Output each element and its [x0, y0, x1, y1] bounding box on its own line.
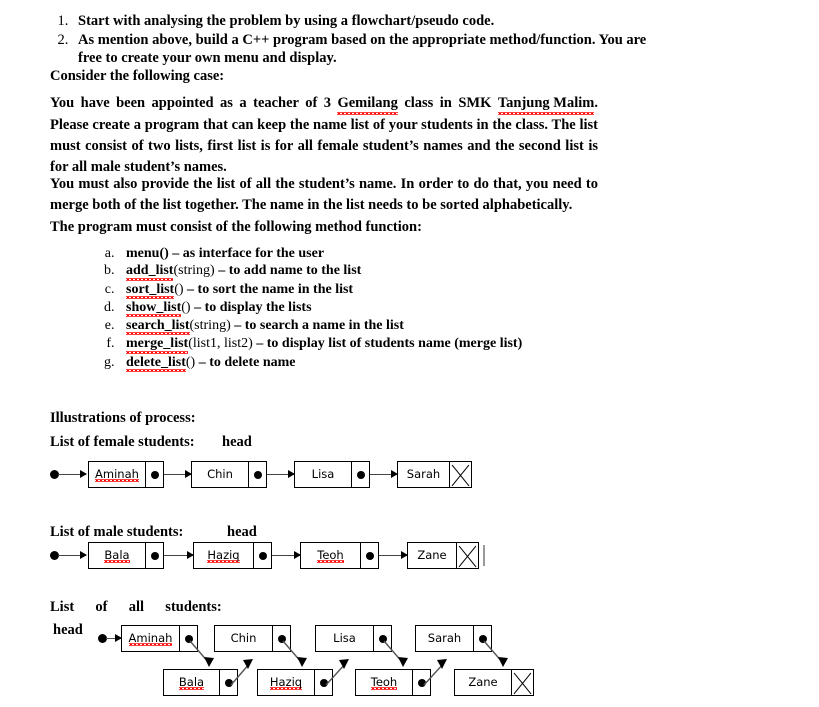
connector-bala-chin: [230, 659, 253, 686]
connector-sarah-zane: [483, 640, 508, 667]
connector-haziq-lisa: [325, 659, 349, 686]
connector-aminah-bala: [189, 640, 214, 667]
connector-chin-haziq: [282, 640, 307, 667]
merged-list-connectors: [189, 640, 508, 686]
connector-teoh-sarah: [423, 659, 447, 686]
connector-lisa-teoh: [383, 640, 408, 667]
document-page: Start with analysing the problem by usin…: [0, 0, 819, 707]
